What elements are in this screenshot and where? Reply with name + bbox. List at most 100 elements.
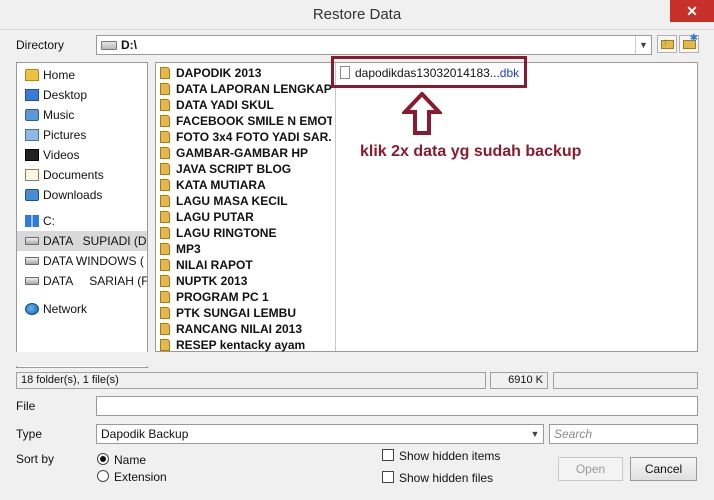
desktop-icon xyxy=(25,89,39,101)
status-extra xyxy=(553,372,698,389)
nav-item-drive-c[interactable]: C: xyxy=(17,211,147,231)
folder-icon xyxy=(160,67,170,79)
show-hidden-items-label[interactable]: Show hidden items xyxy=(399,449,500,463)
folder-name: MP3 xyxy=(176,242,201,256)
nav-item-label: Music xyxy=(43,108,75,122)
type-combobox[interactable]: Dapodik Backup ▼ xyxy=(96,424,544,444)
status-summary: 18 folder(s), 1 file(s) xyxy=(16,372,486,389)
directory-combobox[interactable]: D:\ ▼ xyxy=(96,35,652,55)
folder-name: GAMBAR-GAMBAR HP xyxy=(176,146,308,160)
nav-item-drive-d[interactable]: DATA SUPIADI (D xyxy=(17,231,147,251)
nav-item-label: Documents xyxy=(43,168,104,182)
folder-item[interactable]: LAGU RINGTONE xyxy=(160,225,332,241)
documents-icon xyxy=(25,169,39,181)
folder-item[interactable]: LAGU PUTAR xyxy=(160,209,332,225)
nav-item-music[interactable]: Music xyxy=(17,105,147,125)
folder-icon xyxy=(160,259,170,271)
folder-name: LAGU MASA KECIL xyxy=(176,194,288,208)
title-bar: Restore Data ✕ xyxy=(0,0,714,30)
folder-item[interactable]: GAMBAR-GAMBAR HP xyxy=(160,145,332,161)
nav-item-documents[interactable]: Documents xyxy=(17,165,147,185)
show-hidden-items-checkbox[interactable] xyxy=(382,449,394,461)
folder-item[interactable]: PROGRAM PC 1 xyxy=(160,289,332,305)
open-button[interactable]: Open xyxy=(558,457,623,481)
up-folder-button[interactable]: ↑ xyxy=(657,35,677,53)
window-title: Restore Data xyxy=(312,6,402,23)
folder-item[interactable]: JAVA SCRIPT BLOG xyxy=(160,161,332,177)
windows-drive-icon xyxy=(25,215,39,227)
folder-item[interactable]: DATA LAPORAN LENGKAP xyxy=(160,81,332,97)
nav-item-downloads[interactable]: Downloads xyxy=(17,185,147,205)
folder-item[interactable]: DATA YADI SKUL xyxy=(160,97,332,113)
folder-item[interactable]: KATA MUTIARA xyxy=(160,177,332,193)
folder-item[interactable]: DAPODIK 2013 xyxy=(160,65,332,81)
cancel-button[interactable]: Cancel xyxy=(630,457,697,481)
nav-item-label: DATA WINDOWS ( xyxy=(43,254,144,268)
new-folder-button[interactable]: ✱ xyxy=(679,33,699,53)
folder-item[interactable]: FOTO 3x4 FOTO YADI SAR... xyxy=(160,129,332,145)
up-arrow-icon: ↑ xyxy=(663,37,668,48)
folder-name: NUPTK 2013 xyxy=(176,274,248,288)
show-hidden-files-label[interactable]: Show hidden files xyxy=(399,471,493,485)
drive-icon xyxy=(25,257,39,265)
folder-item[interactable]: LAGU MASA KECIL xyxy=(160,193,332,209)
folder-item[interactable]: NILAI RAPOT xyxy=(160,257,332,273)
file-label: File xyxy=(16,399,36,413)
sortby-label: Sort by xyxy=(16,452,55,466)
navigation-pane[interactable]: Home Desktop Music Pictures Videos Docum… xyxy=(16,62,148,368)
folder-name: JAVA SCRIPT BLOG xyxy=(176,162,292,176)
sort-name-radio[interactable] xyxy=(97,453,109,465)
nav-item-drive-f[interactable]: DATA SARIAH (F xyxy=(17,271,147,291)
folder-name: RESEP kentacky ayam xyxy=(176,338,306,352)
folder-item[interactable]: NUPTK 2013 xyxy=(160,273,332,289)
folder-item[interactable]: PTK SUNGAI LEMBU xyxy=(160,305,332,321)
search-input[interactable]: Search xyxy=(549,424,698,444)
folder-name: DATA LAPORAN LENGKAP xyxy=(176,82,332,96)
home-icon xyxy=(25,69,39,81)
folder-icon xyxy=(160,99,170,111)
network-icon xyxy=(25,303,39,315)
horizontal-scrollbar[interactable] xyxy=(16,352,698,366)
folder-icon xyxy=(160,195,170,207)
folder-name: PROGRAM PC 1 xyxy=(176,290,269,304)
folder-item[interactable]: MP3 xyxy=(160,241,332,257)
annotation-highlight-box xyxy=(331,56,527,88)
file-name-field[interactable] xyxy=(96,396,698,416)
show-hidden-files-checkbox[interactable] xyxy=(382,471,394,483)
nav-item-network[interactable]: Network xyxy=(17,299,147,319)
videos-icon xyxy=(25,149,39,161)
folder-icon xyxy=(160,323,170,335)
folder-name: DAPODIK 2013 xyxy=(176,66,262,80)
folder-name: LAGU RINGTONE xyxy=(176,226,277,240)
annotation-up-arrow-icon xyxy=(402,92,442,135)
folder-icon xyxy=(160,115,170,127)
folder-name: RANCANG NILAI 2013 xyxy=(176,322,303,336)
pictures-icon xyxy=(25,129,39,141)
column-divider xyxy=(335,63,336,351)
folder-item[interactable]: RANCANG NILAI 2013 xyxy=(160,321,332,337)
nav-item-label: Pictures xyxy=(43,128,87,142)
sparkle-icon: ✱ xyxy=(689,33,698,44)
nav-item-drive-e[interactable]: DATA WINDOWS ( xyxy=(17,251,147,271)
chevron-down-icon[interactable]: ▼ xyxy=(635,36,651,54)
nav-item-label: Network xyxy=(43,302,88,316)
folder-icon xyxy=(160,147,170,159)
sort-name-label[interactable]: Name xyxy=(114,453,146,467)
folder-icon xyxy=(160,83,170,95)
close-button[interactable]: ✕ xyxy=(670,0,714,22)
sort-extension-radio[interactable] xyxy=(97,470,109,482)
nav-item-desktop[interactable]: Desktop xyxy=(17,85,147,105)
folder-item[interactable]: FACEBOOK SMILE N EMOT... xyxy=(160,113,332,129)
downloads-icon xyxy=(25,189,39,201)
folder-item[interactable]: RESEP kentacky ayam xyxy=(160,337,332,353)
nav-item-pictures[interactable]: Pictures xyxy=(17,125,147,145)
folder-name: KATA MUTIARA xyxy=(176,178,266,192)
chevron-down-icon[interactable]: ▼ xyxy=(527,425,543,443)
sort-extension-label[interactable]: Extension xyxy=(114,470,167,484)
folder-icon xyxy=(160,179,170,191)
nav-item-videos[interactable]: Videos xyxy=(17,145,147,165)
nav-item-home[interactable]: Home xyxy=(17,65,147,85)
folder-name: NILAI RAPOT xyxy=(176,258,253,272)
type-value: Dapodik Backup xyxy=(101,427,189,441)
folder-icon xyxy=(160,291,170,303)
